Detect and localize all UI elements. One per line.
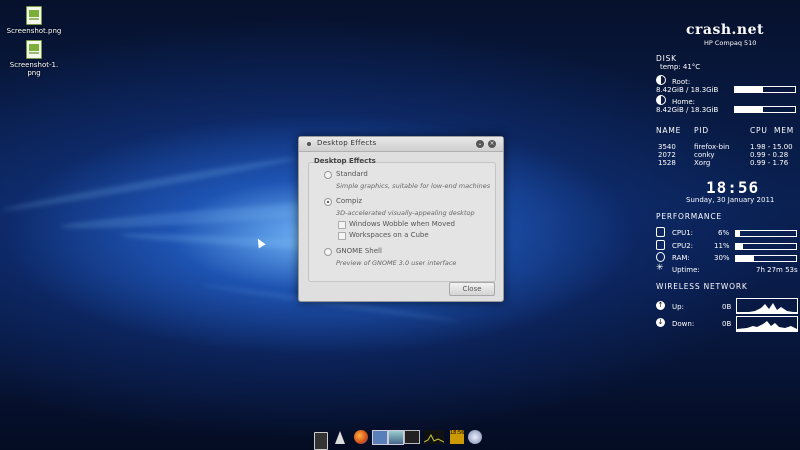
home-icon[interactable] bbox=[314, 432, 328, 450]
pie-chart-icon bbox=[656, 95, 666, 105]
network-heading: WIRELESS NETWORK bbox=[656, 282, 748, 291]
cpu1-bar bbox=[735, 230, 797, 237]
dock-clock-text: 18:56 bbox=[450, 430, 465, 436]
clock: 18:56 bbox=[706, 178, 760, 197]
upload-label: Up: bbox=[672, 303, 684, 311]
clock-applet-icon[interactable]: 18:56 bbox=[450, 430, 464, 444]
option-compiz-description: 3D-accelerated visually-appealing deskto… bbox=[336, 209, 475, 217]
upload-arrow-icon: ↑ bbox=[656, 301, 665, 310]
uptime-icon: ✳ bbox=[656, 263, 664, 273]
hostname: crash.net bbox=[686, 22, 764, 38]
cpu-icon bbox=[656, 227, 665, 237]
network-icon[interactable] bbox=[468, 430, 482, 444]
proc-header-mem: MEM bbox=[774, 126, 795, 135]
desktop-file-label: Screenshot.png bbox=[6, 27, 62, 35]
home-usage-bar bbox=[734, 106, 796, 113]
uptime-value: 7h 27m 53s bbox=[756, 266, 798, 274]
proc-header-cpu: CPU bbox=[750, 126, 768, 135]
download-value: 0B bbox=[722, 320, 732, 328]
root-usage: 8.42GiB / 18.3GiB bbox=[656, 86, 719, 94]
image-viewer-icon[interactable] bbox=[388, 430, 404, 445]
option-standard-description: Simple graphics, suitable for low-end ma… bbox=[336, 182, 491, 190]
image-file-icon bbox=[26, 6, 42, 25]
download-label: Down: bbox=[672, 320, 695, 328]
desktop-file-screenshot[interactable]: Screenshot.png bbox=[4, 6, 64, 35]
proc-pid: firefox-bin bbox=[694, 143, 730, 151]
group-title: Desktop Effects bbox=[314, 157, 376, 165]
download-graph bbox=[736, 316, 798, 332]
proc-name: 1528 bbox=[658, 159, 676, 167]
cpu2-bar bbox=[735, 243, 797, 250]
cpu-icon bbox=[656, 240, 665, 250]
window-menu-icon[interactable] bbox=[307, 142, 311, 146]
desktop-effects-dialog: Desktop Effects ⌄ × Desktop Effects Stan… bbox=[298, 136, 504, 302]
ram-icon bbox=[656, 252, 665, 262]
root-label: Root: bbox=[672, 78, 691, 86]
applications-icon[interactable] bbox=[334, 430, 346, 446]
root-usage-bar bbox=[734, 86, 796, 93]
ram-bar bbox=[735, 255, 797, 262]
home-label: Home: bbox=[672, 98, 696, 106]
proc-name: 2072 bbox=[658, 151, 676, 159]
ram-value: 30% bbox=[714, 254, 730, 262]
wallpaper-streak bbox=[1, 154, 299, 214]
performance-heading: PERFORMANCE bbox=[656, 212, 722, 221]
radio-compiz[interactable] bbox=[324, 198, 332, 206]
terminal-icon[interactable] bbox=[404, 430, 420, 444]
upload-graph bbox=[736, 298, 798, 314]
option-gnome-shell-label: GNOME Shell bbox=[336, 247, 382, 255]
option-compiz-label: Compiz bbox=[336, 197, 363, 205]
proc-name: 3540 bbox=[658, 143, 676, 151]
disk-heading: DISK bbox=[656, 54, 677, 63]
dialog-title: Desktop Effects bbox=[317, 139, 377, 147]
checkbox-workspaces-cube[interactable] bbox=[338, 232, 346, 240]
proc-cpu-mem: 0.99 - 1.76 bbox=[750, 159, 789, 167]
close-icon[interactable]: × bbox=[488, 140, 496, 148]
download-arrow-icon: ↓ bbox=[656, 318, 665, 327]
uptime-label: Uptime: bbox=[672, 266, 700, 274]
option-gnome-shell-description: Preview of GNOME 3.0 user interface bbox=[336, 259, 457, 267]
close-button[interactable]: Close bbox=[449, 282, 495, 296]
proc-header-pid: PID bbox=[694, 126, 709, 135]
cpu2-label: CPU2: bbox=[672, 242, 694, 250]
ram-label: RAM: bbox=[672, 254, 690, 262]
proc-header-name: NAME bbox=[656, 126, 682, 135]
dialog-titlebar[interactable]: Desktop Effects ⌄ × bbox=[299, 137, 503, 152]
date: Sunday, 30 January 2011 bbox=[686, 196, 775, 204]
firefox-icon[interactable] bbox=[354, 430, 368, 444]
desktop-file-label: Screenshot-1. png bbox=[9, 61, 59, 77]
proc-cpu-mem: 1.98 - 15.00 bbox=[750, 143, 793, 151]
disk-temp: temp: 41°C bbox=[660, 63, 701, 71]
cpu1-value: 6% bbox=[718, 229, 730, 237]
cpu-monitor-icon[interactable] bbox=[423, 430, 445, 444]
home-usage: 8.42GiB / 18.3GiB bbox=[656, 106, 719, 114]
desktop-file-screenshot-1[interactable]: Screenshot-1. png bbox=[4, 40, 64, 77]
proc-pid: Xorg bbox=[694, 159, 711, 167]
proc-pid: conky bbox=[694, 151, 715, 159]
host-model: HP Compaq 510 bbox=[704, 39, 757, 47]
checkbox-windows-wobble[interactable] bbox=[338, 221, 346, 229]
image-file-icon bbox=[26, 40, 42, 59]
upload-value: 0B bbox=[722, 303, 732, 311]
minimize-icon[interactable]: ⌄ bbox=[476, 140, 484, 148]
radio-standard[interactable] bbox=[324, 171, 332, 179]
radio-gnome-shell[interactable] bbox=[324, 248, 332, 256]
cpu1-label: CPU1: bbox=[672, 229, 694, 237]
pie-chart-icon bbox=[656, 75, 666, 85]
cpu2-value: 11% bbox=[714, 242, 730, 250]
system-monitor-icon[interactable] bbox=[372, 430, 388, 445]
option-standard-label: Standard bbox=[336, 170, 368, 178]
dock: 18:56 bbox=[312, 428, 488, 450]
checkbox-workspaces-cube-label: Workspaces on a Cube bbox=[349, 231, 429, 239]
proc-cpu-mem: 0.99 - 0.28 bbox=[750, 151, 789, 159]
checkbox-windows-wobble-label: Windows Wobble when Moved bbox=[349, 220, 455, 228]
